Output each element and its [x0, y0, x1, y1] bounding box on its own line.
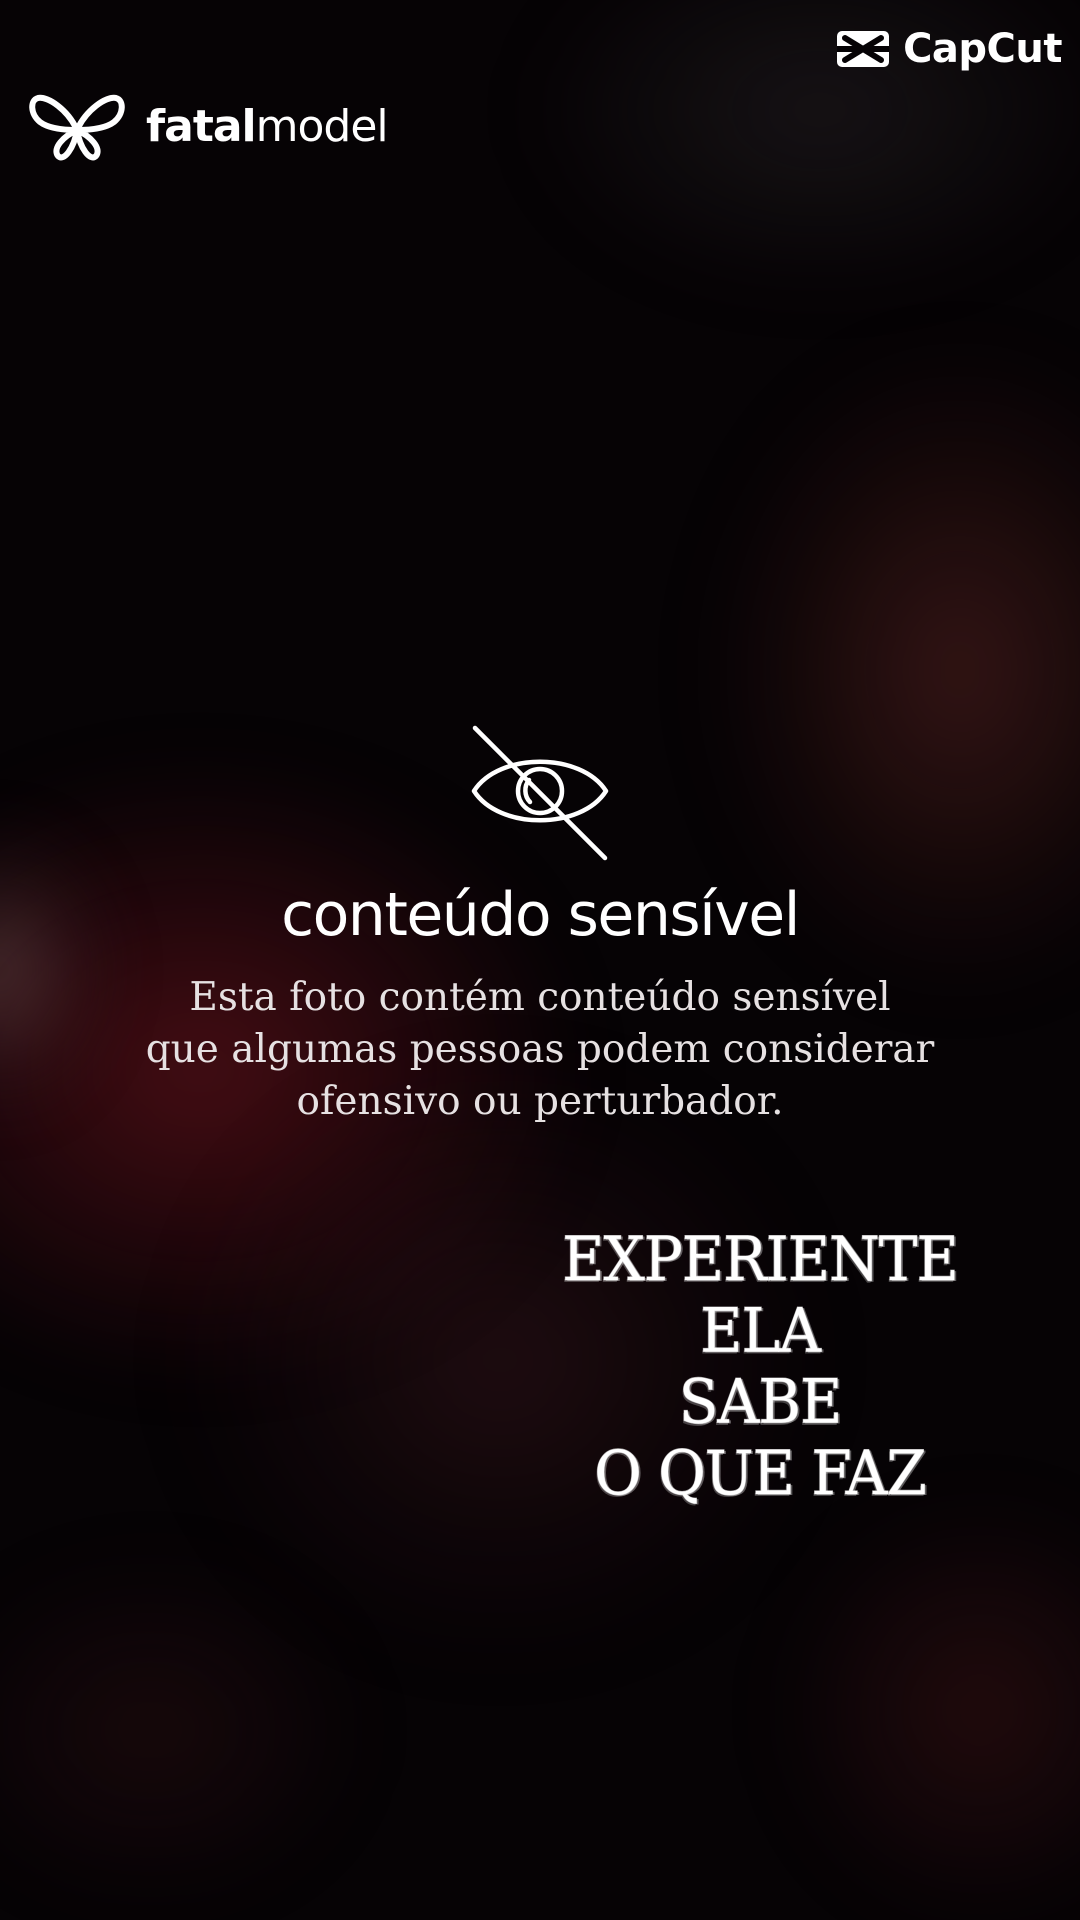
notice-body-line: ofensivo ou perturbador.: [296, 1079, 784, 1124]
caption-line: SABE: [678, 1365, 843, 1438]
capcut-watermark: CapCut: [835, 28, 1062, 70]
butterfly-logo-icon: [29, 94, 125, 161]
caption-line: EXPERIENTE: [562, 1223, 960, 1295]
notice-body: Esta foto contém conteúdo sensível que a…: [0, 972, 1080, 1128]
brand-name: fatalmodel: [146, 105, 389, 149]
sensitive-content-screen: fatalmodel CapCut conteúdo sensível Esta…: [0, 0, 1080, 1920]
notice-body-line: Esta foto contém conteúdo sensível: [189, 975, 891, 1020]
brand-name-light: model: [255, 101, 389, 152]
brand-name-bold: fatal: [146, 101, 257, 152]
capcut-logo-icon: [837, 31, 890, 67]
overlay-caption: EXPERIENTE ELA SABE O QUE FAZ: [560, 1223, 960, 1510]
eye-slash-icon: [471, 725, 609, 861]
capcut-label: CapCut: [903, 26, 1062, 72]
notice-title: conteúdo sensível: [281, 880, 800, 950]
sensitive-content-notice: conteúdo sensível Esta foto contém conte…: [0, 722, 1080, 1128]
notice-body-line: que algumas pessoas podem considerar: [145, 1027, 935, 1072]
fatalmodel-logo: fatalmodel: [28, 92, 389, 162]
caption-line: O QUE FAZ: [594, 1437, 928, 1509]
caption-line: ELA: [700, 1294, 822, 1366]
